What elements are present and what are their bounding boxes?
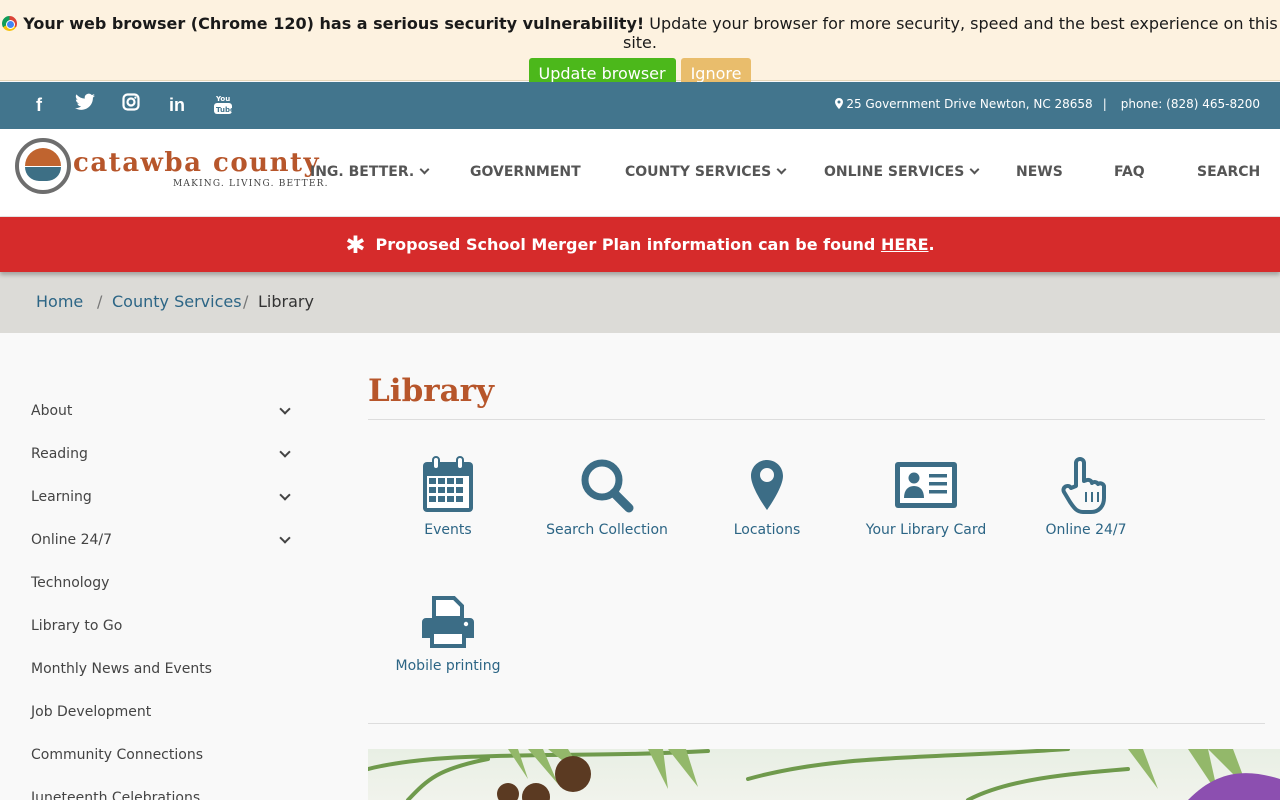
- sidebar-item-label: Online 24/7: [31, 532, 113, 548]
- tile-label: Locations: [733, 522, 801, 538]
- nav-label: NEWS: [1016, 164, 1063, 180]
- sidebar-item-label: Juneteenth Celebrations: [31, 790, 201, 800]
- sidebar-item-learning[interactable]: Learning: [31, 489, 301, 505]
- sidebar-item-juneteenth[interactable]: Juneteenth Celebrations: [31, 790, 301, 800]
- sidebar-item-technology[interactable]: Technology: [31, 575, 301, 591]
- breadcrumb-separator: /: [97, 292, 103, 311]
- pointing-hand-icon: [1061, 457, 1106, 514]
- breadcrumb-home[interactable]: Home: [36, 292, 83, 311]
- calendar-icon: [423, 456, 473, 512]
- sidebar-item-label: Learning: [31, 489, 92, 505]
- tile-label: Online 24/7: [1045, 522, 1127, 538]
- update-warning-bold: Your web browser (Chrome 120) has a seri…: [23, 14, 645, 33]
- tile-locations[interactable]: Locations: [687, 456, 847, 538]
- svg-text:Tube: Tube: [216, 106, 232, 114]
- chevron-down-icon[interactable]: [279, 489, 291, 501]
- nav-government[interactable]: GOVERNMENT: [470, 164, 581, 180]
- nav-faq[interactable]: FAQ: [1114, 164, 1145, 180]
- id-card-icon: [895, 462, 957, 508]
- alert-text: Proposed School Merger Plan information …: [375, 235, 876, 254]
- chevron-down-icon[interactable]: [279, 446, 291, 458]
- nav-online-services[interactable]: ONLINE SERVICES: [824, 164, 980, 180]
- address-text[interactable]: 25 Government Drive Newton, NC 28658: [846, 97, 1092, 111]
- jungle-illustration: [368, 749, 1280, 800]
- sidebar-item-community-connections[interactable]: Community Connections: [31, 747, 301, 763]
- contact-separator: |: [1102, 97, 1107, 111]
- map-pin-icon: [751, 460, 783, 510]
- chevron-down-icon[interactable]: [279, 532, 291, 544]
- browser-update-banner: Your web browser (Chrome 120) has a seri…: [0, 0, 1280, 90]
- site-logo[interactable]: catawba county MAKING. LIVING. BETTER.: [15, 138, 327, 200]
- top-contact-bar: f in You Tube 25 Government Drive Newton,…: [0, 82, 1280, 129]
- sidebar-item-reading[interactable]: Reading: [31, 446, 301, 462]
- tile-label: Search Collection: [546, 522, 668, 538]
- tile-label: Mobile printing: [395, 658, 501, 674]
- instagram-icon[interactable]: [108, 93, 154, 117]
- twitter-icon[interactable]: [62, 93, 108, 117]
- tile-online-247[interactable]: Online 24/7: [1006, 456, 1166, 538]
- nav-label: ONLINE SERVICES: [824, 164, 965, 180]
- nav-county-services[interactable]: COUNTY SERVICES: [625, 164, 787, 180]
- youtube-icon[interactable]: You Tube: [200, 93, 246, 117]
- nav-label: FAQ: [1114, 164, 1145, 180]
- nav-label: SEARCH: [1197, 164, 1261, 180]
- sidebar-item-label: Community Connections: [31, 747, 203, 763]
- nav-living-better[interactable]: ING. BETTER.: [310, 164, 430, 180]
- nav-label: ING. BETTER.: [310, 164, 415, 180]
- update-warning-text: Update your browser for more security, s…: [623, 14, 1278, 52]
- social-links: f in You Tube: [16, 93, 246, 117]
- asterisk-icon: ✱: [345, 231, 366, 259]
- nav-label: GOVERNMENT: [470, 164, 581, 180]
- breadcrumb: Home / County Services / Library: [0, 272, 1280, 333]
- svg-text:You: You: [215, 95, 230, 103]
- chevron-down-icon: [419, 164, 430, 175]
- site-header: catawba county MAKING. LIVING. BETTER. I…: [0, 129, 1280, 217]
- nav-label: COUNTY SERVICES: [625, 164, 772, 180]
- content-divider: [368, 723, 1265, 724]
- sidebar-item-label: Monthly News and Events: [31, 661, 212, 677]
- title-divider: [368, 419, 1265, 420]
- alert-link[interactable]: HERE: [881, 235, 929, 254]
- sidebar-item-label: Job Development: [31, 704, 152, 720]
- chevron-down-icon: [776, 164, 787, 175]
- tile-label: Your Library Card: [865, 522, 987, 538]
- sidebar-item-label: Technology: [31, 575, 110, 591]
- magnifier-icon: [581, 459, 634, 513]
- county-seal-logo: [15, 138, 71, 194]
- contact-info: 25 Government Drive Newton, NC 28658 | pho…: [834, 97, 1260, 111]
- logo-name: catawba county: [73, 148, 321, 178]
- chevron-down-icon: [969, 164, 980, 175]
- facebook-icon[interactable]: f: [16, 93, 62, 117]
- sidebar-item-label: About: [31, 403, 73, 419]
- breadcrumb-separator: /: [243, 292, 249, 311]
- phone-text[interactable]: phone: (828) 465-8200: [1121, 97, 1260, 111]
- tile-events[interactable]: Events: [368, 456, 528, 538]
- tile-label: Events: [424, 522, 472, 538]
- chrome-icon: [2, 16, 18, 31]
- tile-mobile-printing[interactable]: Mobile printing: [368, 594, 528, 674]
- update-warning: Your web browser (Chrome 120) has a seri…: [0, 0, 1280, 52]
- printer-icon: [422, 596, 474, 648]
- tile-search-collection[interactable]: Search Collection: [527, 456, 687, 538]
- alert-banner: ✱ Proposed School Merger Plan information…: [0, 217, 1280, 272]
- nav-news[interactable]: NEWS: [1016, 164, 1063, 180]
- alert-period: .: [928, 235, 935, 254]
- sidebar-item-monthly-news[interactable]: Monthly News and Events: [31, 661, 301, 677]
- logo-tagline: MAKING. LIVING. BETTER.: [173, 179, 329, 189]
- sidebar-item-library-to-go[interactable]: Library to Go: [31, 618, 301, 634]
- chevron-down-icon[interactable]: [279, 403, 291, 415]
- sidebar-item-label: Reading: [31, 446, 88, 462]
- breadcrumb-current: Library: [258, 292, 314, 311]
- sidebar-item-job-development[interactable]: Job Development: [31, 704, 301, 720]
- breadcrumb-county-services[interactable]: County Services: [112, 292, 242, 311]
- nav-search[interactable]: SEARCH: [1197, 164, 1260, 180]
- promo-illustration[interactable]: [368, 749, 1280, 800]
- tile-library-card[interactable]: Your Library Card: [846, 456, 1006, 538]
- sidebar-item-about[interactable]: About: [31, 403, 301, 419]
- sidebar-item-online-247[interactable]: Online 24/7: [31, 532, 301, 548]
- sidebar-item-label: Library to Go: [31, 618, 123, 634]
- linkedin-icon[interactable]: in: [154, 93, 200, 117]
- map-marker-icon: [834, 98, 843, 109]
- page-title: Library: [368, 373, 495, 409]
